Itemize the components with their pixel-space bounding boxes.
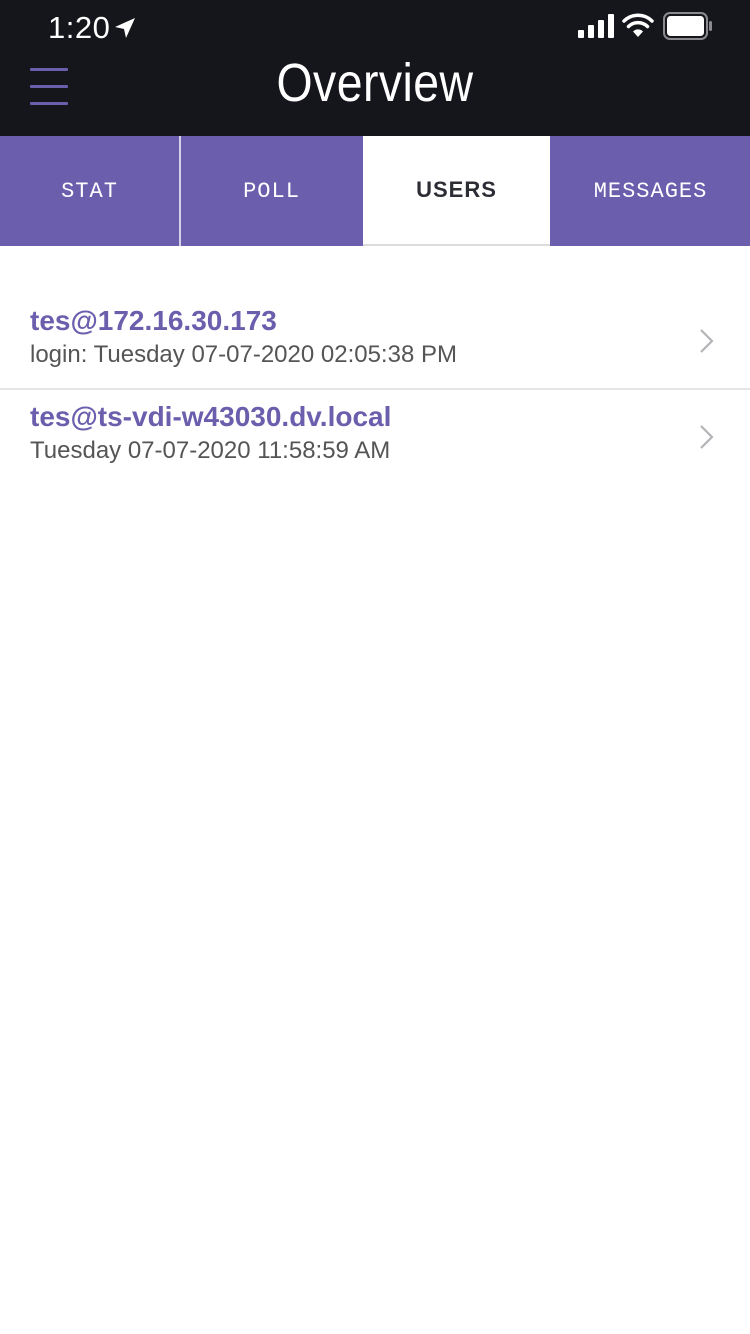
user-list-item[interactable]: tes@ts-vdi-w43030.dv.local Tuesday 07-07… <box>0 388 750 484</box>
chevron-right-icon <box>700 329 714 353</box>
tab-messages[interactable]: MESSAGES <box>551 136 750 246</box>
user-list-item[interactable]: tes@172.16.30.173 login: Tuesday 07-07-2… <box>0 292 750 388</box>
tab-stat[interactable]: STAT <box>0 136 179 246</box>
tab-bar: STAT POLL USERS MESSAGES <box>0 136 750 246</box>
user-list: tes@172.16.30.173 login: Tuesday 07-07-2… <box>0 292 750 484</box>
user-login-time: Tuesday 07-07-2020 11:58:59 AM <box>30 437 391 464</box>
tab-poll[interactable]: POLL <box>181 136 362 246</box>
battery-icon <box>663 12 712 40</box>
user-name: tes@172.16.30.173 <box>30 305 277 336</box>
tab-users[interactable]: USERS <box>363 136 550 246</box>
top-bar: 1:20 Overview <box>0 0 750 136</box>
chevron-right-icon <box>700 425 714 449</box>
location-arrow-icon <box>115 18 135 38</box>
user-name: tes@ts-vdi-w43030.dv.local <box>30 401 392 432</box>
cellular-signal-icon <box>578 14 614 38</box>
page-title: Overview <box>276 53 474 113</box>
status-time: 1:20 <box>48 10 111 45</box>
wifi-icon <box>622 13 654 37</box>
user-login-time: login: Tuesday 07-07-2020 02:05:38 PM <box>30 341 457 368</box>
